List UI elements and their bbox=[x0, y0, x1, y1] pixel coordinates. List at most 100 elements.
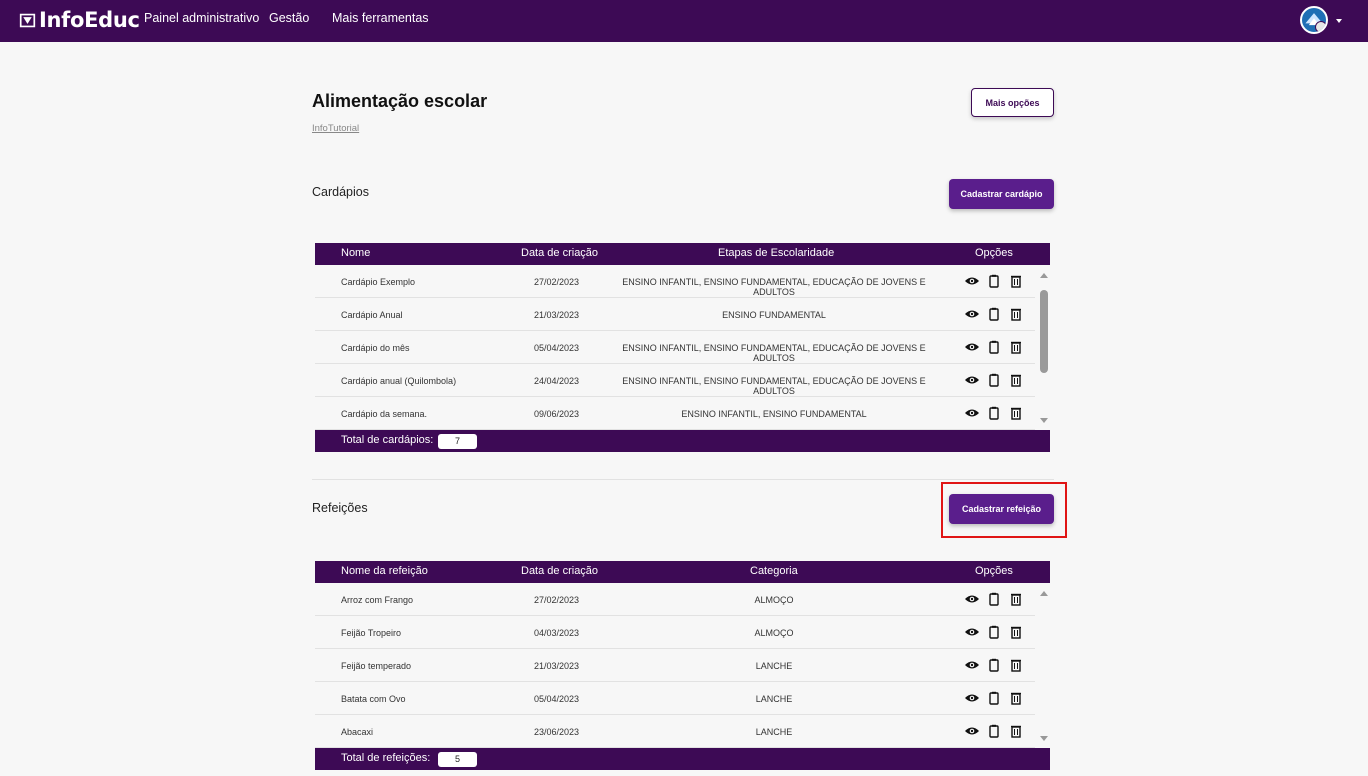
row-etapas: ENSINO INFANTIL, ENSINO FUNDAMENTAL, EDU… bbox=[622, 277, 926, 297]
eye-icon[interactable] bbox=[964, 625, 980, 639]
user-menu[interactable] bbox=[1300, 6, 1342, 34]
more-options-button[interactable]: Mais opções bbox=[971, 88, 1054, 117]
copy-icon[interactable] bbox=[986, 658, 1002, 672]
table-row: Cardápio anual (Quilombola) 24/04/2023 E… bbox=[315, 364, 1035, 397]
row-name: Cardápio Exemplo bbox=[341, 277, 416, 287]
nav-gestao[interactable]: Gestão bbox=[269, 11, 309, 25]
row-options bbox=[964, 406, 1024, 420]
copy-icon[interactable] bbox=[986, 340, 1002, 354]
table-footer: Total de refeições: 5 bbox=[315, 748, 1050, 770]
trash-icon[interactable] bbox=[1008, 658, 1024, 672]
eye-icon[interactable] bbox=[964, 373, 980, 387]
eye-icon[interactable] bbox=[964, 658, 980, 672]
trash-icon[interactable] bbox=[1008, 406, 1024, 420]
column-header: Opções bbox=[975, 247, 1013, 259]
scroll-down-icon[interactable] bbox=[1040, 418, 1048, 423]
table-row: Cardápio da semana. 09/06/2023 ENSINO IN… bbox=[315, 397, 1035, 430]
copy-icon[interactable] bbox=[986, 625, 1002, 639]
row-options bbox=[964, 724, 1024, 738]
table-footer: Total de cardápios: 7 bbox=[315, 430, 1050, 452]
copy-icon[interactable] bbox=[986, 373, 1002, 387]
eye-icon[interactable] bbox=[964, 592, 980, 606]
trash-icon[interactable] bbox=[1008, 274, 1024, 288]
table-scrollbar[interactable] bbox=[1038, 591, 1050, 741]
row-categoria: LANCHE bbox=[755, 694, 793, 704]
row-options bbox=[964, 691, 1024, 705]
nav-mais-ferramentas[interactable]: Mais ferramentas bbox=[332, 11, 429, 25]
logo[interactable]: InfoEduc bbox=[19, 8, 140, 32]
eye-icon[interactable] bbox=[964, 724, 980, 738]
scroll-down-icon[interactable] bbox=[1040, 736, 1048, 741]
table-row: Feijão Tropeiro 04/03/2023 ALMOÇO bbox=[315, 616, 1035, 649]
trash-icon[interactable] bbox=[1008, 307, 1024, 321]
row-name: Feijão temperado bbox=[341, 661, 412, 671]
row-categoria: LANCHE bbox=[755, 727, 793, 737]
copy-icon[interactable] bbox=[986, 592, 1002, 606]
logo-icon bbox=[19, 13, 36, 27]
add-cardapio-button[interactable]: Cadastrar cardápio bbox=[949, 179, 1054, 209]
trash-icon[interactable] bbox=[1008, 340, 1024, 354]
table-scrollbar[interactable] bbox=[1038, 273, 1050, 423]
column-header: Nome bbox=[341, 247, 371, 259]
column-header: Data de criação bbox=[521, 565, 599, 577]
row-date: 05/04/2023 bbox=[534, 694, 580, 704]
row-name: Arroz com Frango bbox=[341, 595, 414, 605]
row-options bbox=[964, 373, 1024, 387]
row-etapas: ENSINO FUNDAMENTAL bbox=[722, 310, 826, 320]
row-etapas: ENSINO INFANTIL, ENSINO FUNDAMENTAL bbox=[681, 409, 867, 419]
eye-icon[interactable] bbox=[964, 340, 980, 354]
infotutorial-link[interactable]: InfoTutorial bbox=[312, 123, 359, 134]
copy-icon[interactable] bbox=[986, 724, 1002, 738]
row-options bbox=[964, 592, 1024, 606]
row-date: 23/06/2023 bbox=[534, 727, 580, 737]
table-row: Arroz com Frango 27/02/2023 ALMOÇO bbox=[315, 583, 1035, 616]
copy-icon[interactable] bbox=[986, 274, 1002, 288]
row-options bbox=[964, 625, 1024, 639]
row-date: 09/06/2023 bbox=[534, 409, 580, 419]
row-date: 24/04/2023 bbox=[534, 376, 580, 386]
total-count: 5 bbox=[438, 752, 477, 767]
eye-icon[interactable] bbox=[964, 307, 980, 321]
table-row: Cardápio Exemplo 27/02/2023 ENSINO INFAN… bbox=[315, 265, 1035, 298]
row-categoria: LANCHE bbox=[755, 661, 793, 671]
trash-icon[interactable] bbox=[1008, 592, 1024, 606]
trash-icon[interactable] bbox=[1008, 373, 1024, 387]
eye-icon[interactable] bbox=[964, 691, 980, 705]
row-name: Feijão Tropeiro bbox=[341, 628, 402, 638]
scrollbar-thumb[interactable] bbox=[1040, 290, 1048, 373]
eye-icon[interactable] bbox=[964, 274, 980, 288]
row-name: Cardápio da semana. bbox=[341, 409, 428, 419]
table-body: Arroz com Frango 27/02/2023 ALMOÇO Feijã… bbox=[315, 583, 1050, 748]
scroll-up-icon[interactable] bbox=[1040, 591, 1048, 596]
copy-icon[interactable] bbox=[986, 406, 1002, 420]
trash-icon[interactable] bbox=[1008, 691, 1024, 705]
eye-icon[interactable] bbox=[964, 406, 980, 420]
table-header: Nome Data de criação Etapas de Escolarid… bbox=[315, 243, 1050, 265]
row-date: 21/03/2023 bbox=[534, 310, 580, 320]
scroll-up-icon[interactable] bbox=[1040, 273, 1048, 278]
highlight-box bbox=[941, 482, 1067, 538]
column-header: Nome da refeição bbox=[341, 565, 428, 577]
total-label: Total de refeições: bbox=[341, 752, 431, 764]
row-date: 21/03/2023 bbox=[534, 661, 580, 671]
row-options bbox=[964, 658, 1024, 672]
row-categoria: ALMOÇO bbox=[754, 628, 794, 638]
copy-icon[interactable] bbox=[986, 691, 1002, 705]
trash-icon[interactable] bbox=[1008, 625, 1024, 639]
row-name: Cardápio anual (Quilombola) bbox=[341, 376, 457, 386]
table-header: Nome da refeição Data de criação Categor… bbox=[315, 561, 1050, 583]
copy-icon[interactable] bbox=[986, 307, 1002, 321]
trash-icon[interactable] bbox=[1008, 724, 1024, 738]
row-date: 27/02/2023 bbox=[534, 277, 580, 287]
nav-painel-administrativo[interactable]: Painel administrativo bbox=[144, 11, 259, 25]
row-date: 27/02/2023 bbox=[534, 595, 580, 605]
top-navbar: InfoEduc Painel administrativo Gestão Ma… bbox=[0, 0, 1368, 42]
row-name: Cardápio Anual bbox=[341, 310, 403, 320]
page-title: Alimentação escolar bbox=[312, 91, 488, 111]
row-options bbox=[964, 274, 1024, 288]
refeicoes-table: Nome da refeição Data de criação Categor… bbox=[315, 561, 1050, 770]
chevron-down-icon bbox=[1336, 19, 1342, 23]
table-row: Abacaxi 23/06/2023 LANCHE bbox=[315, 715, 1035, 748]
row-name: Abacaxi bbox=[341, 727, 374, 737]
table-row: Batata com Ovo 05/04/2023 LANCHE bbox=[315, 682, 1035, 715]
